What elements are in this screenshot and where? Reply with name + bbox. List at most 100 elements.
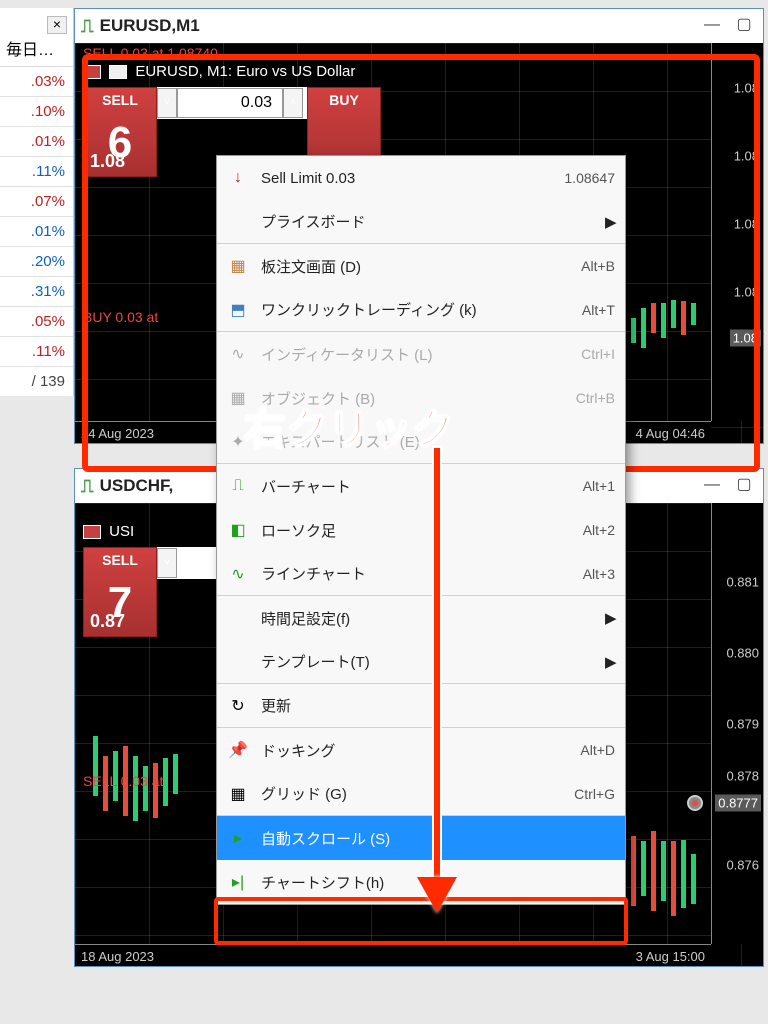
menu-icon: ⎍ <box>225 473 251 499</box>
menu-item[interactable]: 📌 ドッキングAlt+D <box>217 728 625 772</box>
menu-label: バーチャート <box>261 476 583 497</box>
menu-label: ローソク足 <box>261 520 583 541</box>
menu-item[interactable]: ∿ラインチャートAlt+3 <box>217 552 625 596</box>
menu-icon <box>225 649 251 675</box>
menu-item[interactable]: ◧ ローソク足Alt+2 <box>217 508 625 552</box>
menu-item[interactable]: ⬒ ワンクリックトレーディング (k)Alt+T <box>217 288 625 332</box>
menu-icon: ▸ <box>225 825 251 851</box>
volume-up-button[interactable]: ˄ <box>283 88 303 118</box>
menu-shortcut: Alt+B <box>581 258 615 274</box>
maximize-button[interactable]: ▢ <box>731 15 757 37</box>
pct-cell: .31% <box>0 277 73 307</box>
pct-cell: .20% <box>0 247 73 277</box>
menu-icon: 📌 <box>225 737 251 763</box>
menu-label: 板注文画面 (D) <box>261 256 581 277</box>
pct-cell: .11% <box>0 157 73 187</box>
titlebar[interactable]: ⎍ EURUSD,M1 — ▢ <box>75 9 763 43</box>
menu-shortcut: Ctrl+B <box>576 390 615 406</box>
pct-cell: .01% <box>0 127 73 157</box>
menu-item[interactable]: ▦ グリッド (G)Ctrl+G <box>217 772 625 816</box>
menu-icon: ◧ <box>225 517 251 543</box>
submenu-arrow-icon: ▶ <box>605 609 615 627</box>
close-icon[interactable]: × <box>47 16 67 34</box>
menu-icon: ↻ <box>225 693 251 719</box>
volume-down-button[interactable]: ˅ <box>157 88 177 118</box>
menu-shortcut: Ctrl+I <box>581 346 615 362</box>
menu-icon: ↓ <box>225 165 251 191</box>
pct-cell: .05% <box>0 307 73 337</box>
maximize-button[interactable]: ▢ <box>731 475 757 497</box>
menu-shortcut: Alt+T <box>582 302 615 318</box>
chart-icon: ⎍ <box>81 476 94 497</box>
pct-cell: .10% <box>0 97 73 127</box>
menu-item: ∿インディケータリスト (L)Ctrl+I <box>217 332 625 376</box>
pct-cell: .11% <box>0 337 73 367</box>
submenu-arrow-icon: ▶ <box>605 653 615 671</box>
order-sell-text: SELL 0.03 at <box>83 773 163 789</box>
minimize-button[interactable]: — <box>699 475 725 497</box>
sell-button[interactable]: SELL 7 0.87 <box>83 547 157 637</box>
menu-item[interactable]: ↓ Sell Limit 0.031.08647 <box>217 156 625 200</box>
pct-cell: .07% <box>0 187 73 217</box>
sidebar-page-count: / 139 <box>0 367 73 396</box>
menu-icon: ▸| <box>225 869 251 895</box>
menu-icon: ▦ <box>225 781 251 807</box>
flag-icon <box>83 525 101 539</box>
menu-icon: ∿ <box>225 561 251 587</box>
menu-label: Sell Limit 0.03 <box>261 170 564 187</box>
menu-label: オブジェクト (B) <box>261 388 576 409</box>
menu-item[interactable]: プライスボード▶ <box>217 200 625 244</box>
y-axis: 0.881 0.880 0.879 0.878 0.8777 0.876 <box>711 503 763 944</box>
menu-item[interactable]: ⎍ バーチャートAlt+1 <box>217 464 625 508</box>
menu-label: 更新 <box>261 695 615 716</box>
menu-icon <box>225 209 251 235</box>
menu-label: 時間足設定(f) <box>261 608 605 629</box>
menu-shortcut: Alt+D <box>580 742 615 758</box>
x-axis: 18 Aug 2023 3 Aug 15:00 <box>75 944 711 966</box>
context-menu: ↓Sell Limit 0.031.08647プライスボード▶▦板注文画面 (D… <box>216 155 626 905</box>
menu-label: ドッキング <box>261 740 580 761</box>
menu-label: テンプレート(T) <box>261 651 605 672</box>
menu-icon: ▦ <box>225 385 251 411</box>
menu-item: ▦ オブジェクト (B)Ctrl+B <box>217 376 625 420</box>
menu-icon <box>225 605 251 631</box>
menu-item[interactable]: ▦ 板注文画面 (D)Alt+B <box>217 244 625 288</box>
volume-down-button[interactable]: ˅ <box>157 548 177 578</box>
left-sidebar: × 毎日… .03%.10%.01%.11%.07%.01%.20%.31%.0… <box>0 8 74 396</box>
menu-label: グリッド (G) <box>261 783 574 804</box>
menu-item[interactable]: 時間足設定(f)▶ <box>217 596 625 640</box>
order-sell-text: SELL 0.03 at 1.08740 <box>83 45 218 61</box>
menu-icon: ∿ <box>225 341 251 367</box>
instrument-label: USI <box>83 523 134 540</box>
price-indicator-dot <box>687 795 703 811</box>
menu-item[interactable]: ↻ 更新 <box>217 684 625 728</box>
menu-shortcut: Alt+2 <box>583 522 615 538</box>
pct-cell: .01% <box>0 217 73 247</box>
menu-label: エキスパートリスト (E) <box>261 431 615 452</box>
y-axis: 1.08 1.08 1.08 1.08 1.08 <box>711 43 763 421</box>
volume-input[interactable] <box>177 88 283 118</box>
menu-item[interactable]: ▸|チャートシフト(h) <box>217 860 625 904</box>
volume-input-group: ˅ ˄ <box>157 87 307 119</box>
menu-item[interactable]: テンプレート(T)▶ <box>217 640 625 684</box>
menu-shortcut: Ctrl+G <box>574 786 615 802</box>
flag-icon <box>109 65 127 79</box>
menu-label: ラインチャート <box>261 563 583 584</box>
menu-label: 自動スクロール (S) <box>261 828 615 849</box>
menu-icon: ⬒ <box>225 297 251 323</box>
menu-item[interactable]: ▸ 自動スクロール (S) <box>217 816 625 860</box>
menu-shortcut: 1.08647 <box>564 170 615 186</box>
minimize-button[interactable]: — <box>699 15 725 37</box>
menu-label: ワンクリックトレーディング (k) <box>261 299 582 320</box>
menu-shortcut: Alt+1 <box>583 478 615 494</box>
pct-cell: .03% <box>0 67 73 97</box>
menu-icon: ✦ <box>225 429 251 455</box>
flag-icon <box>83 65 101 79</box>
chart-icon: ⎍ <box>81 16 94 37</box>
instrument-label: EURUSD, M1: Euro vs US Dollar <box>83 63 355 80</box>
menu-item: ✦ エキスパートリスト (E) <box>217 420 625 464</box>
submenu-arrow-icon: ▶ <box>605 213 615 231</box>
sell-button[interactable]: SELL 6 1.08 <box>83 87 157 177</box>
menu-icon: ▦ <box>225 253 251 279</box>
menu-label: プライスボード <box>261 211 605 232</box>
